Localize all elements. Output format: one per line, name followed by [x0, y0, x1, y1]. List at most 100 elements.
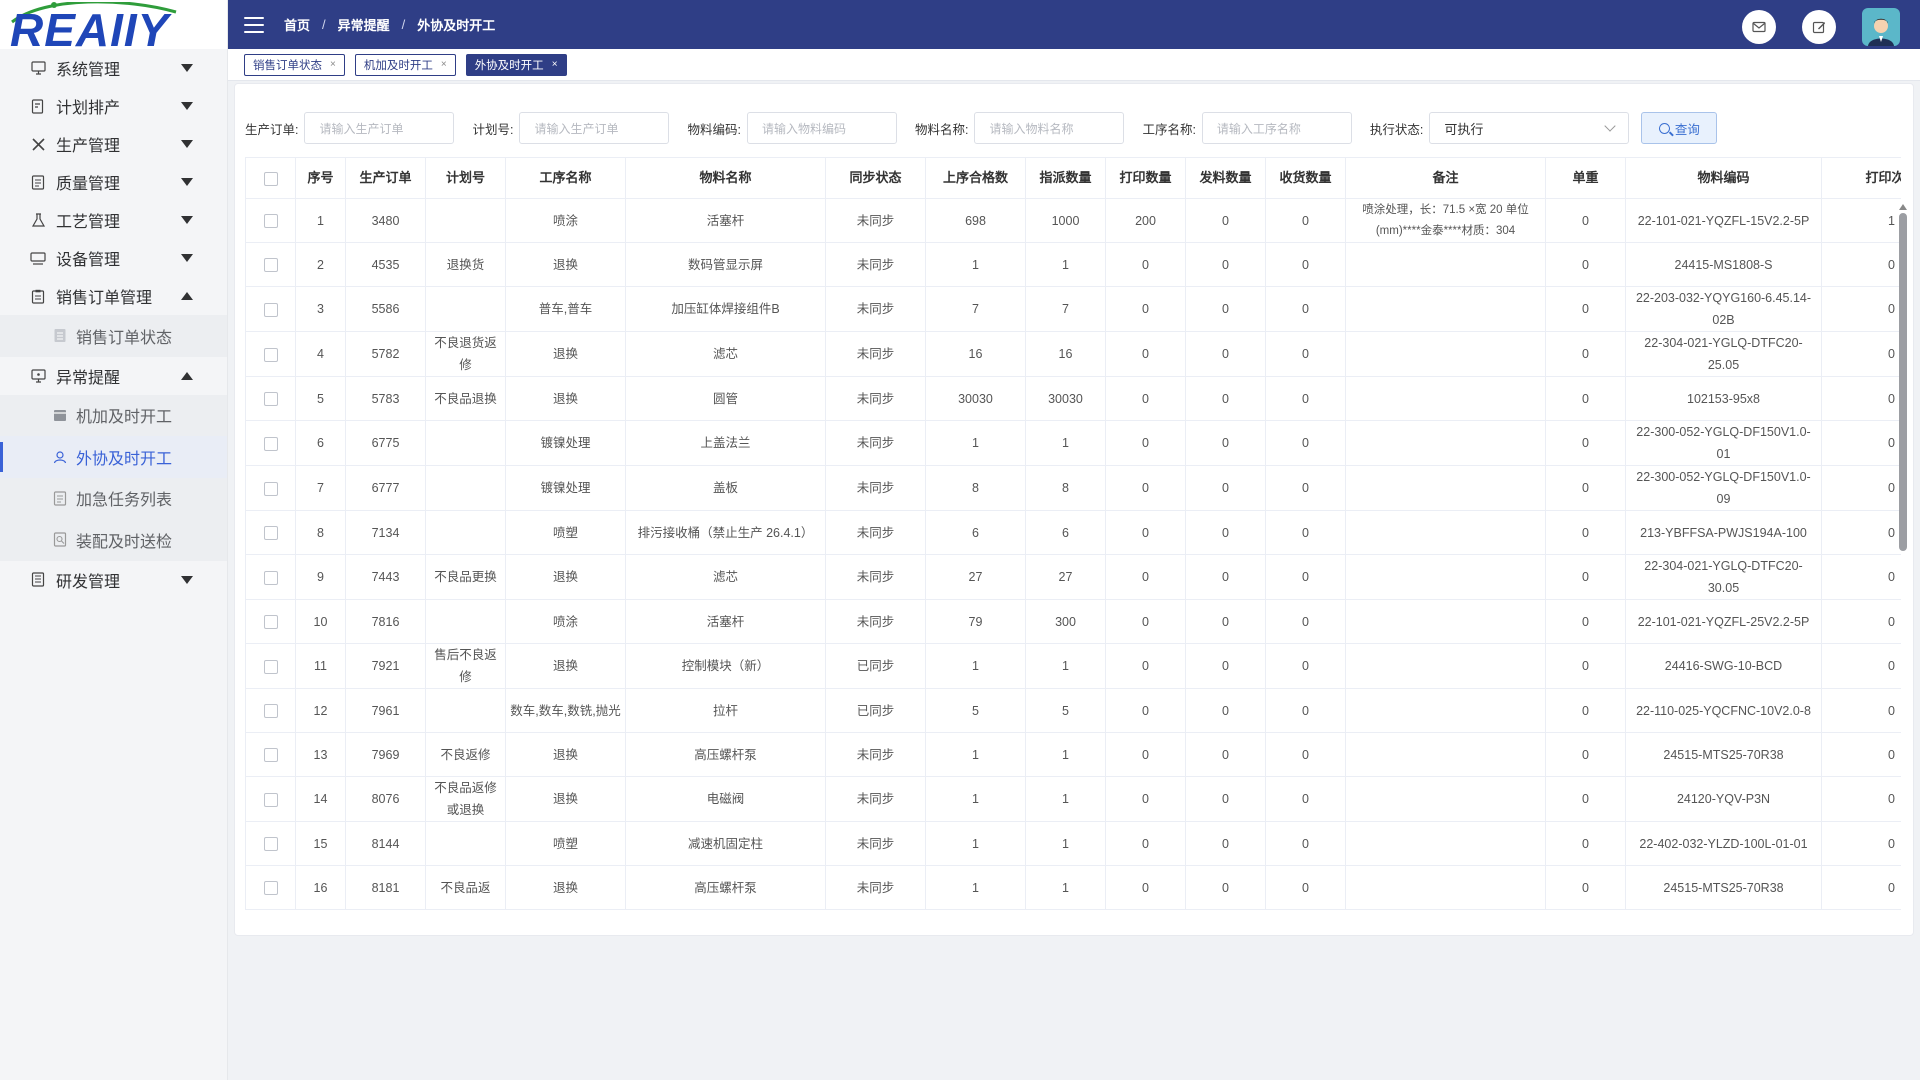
- row-checkbox[interactable]: [263, 881, 278, 896]
- row-checkbox[interactable]: [263, 436, 278, 451]
- sidebar-item-1[interactable]: 计划排产: [0, 87, 227, 125]
- plan-no-input[interactable]: 请输入生产订单: [519, 112, 670, 144]
- table-row[interactable]: 14 8076 不良品返修或退换 退换 电磁阀 未同步 1 1 0 0 0 0 24120-YQV-P3…: [245, 776, 1901, 822]
- table-cell: [1345, 821, 1546, 866]
- row-checkbox[interactable]: [263, 214, 278, 229]
- table-row[interactable]: 2 4535 退换货 退换 数码管显示屏 未同步 1 1 0 0 0 0 24415-MS1808-S 0: [245, 242, 1901, 287]
- table-row[interactable]: 8 7134 喷塑 排污接收桶（禁止生产 26.4.1） 未同步 6 6 0 0 0 0 213-YB…: [245, 510, 1901, 555]
- table-row[interactable]: 1 3480 喷涂 活塞杆 未同步 698 1000 200 0 0 喷涂处理，长：71.5 ×宽 …: [245, 198, 1901, 243]
- material-name-input[interactable]: 请输入物料名称: [974, 112, 1125, 144]
- table-cell: 0: [1821, 376, 1901, 421]
- caret-down-icon: [181, 64, 193, 72]
- row-checkbox[interactable]: [263, 704, 278, 719]
- table-row[interactable]: 3 5586 普车,普车 加压缸体焊接组件B 未同步 7 7 0 0 0 0 22-203-032-Y…: [245, 286, 1901, 332]
- sidebar-item-0[interactable]: 系统管理: [0, 49, 227, 87]
- table-row[interactable]: 5 5783 不良品退换 退换 圆管 未同步 30030 30030 0 0 0 0 102153-95…: [245, 376, 1901, 421]
- caret-up-icon: [181, 292, 193, 300]
- table-cell: 4: [295, 331, 346, 377]
- table-cell: 79: [925, 599, 1026, 644]
- user-icon: [52, 449, 67, 464]
- table-cell: [425, 510, 506, 555]
- table-row[interactable]: 11 7921 售后不良返修 退换 控制模块（新） 已同步 1 1 0 0 0 0 24416-SWG-…: [245, 643, 1901, 689]
- table-cell: 0: [1545, 376, 1626, 421]
- scrollbar-thumb[interactable]: [1899, 213, 1907, 551]
- table-cell: 滤芯: [625, 331, 826, 377]
- edit-button[interactable]: [1802, 10, 1836, 44]
- close-icon[interactable]: ×: [441, 59, 447, 70]
- table-cell: 5: [925, 688, 1026, 733]
- table-cell: 镀镍处理: [505, 420, 626, 466]
- exec-status-select[interactable]: 可执行: [1429, 112, 1630, 144]
- table-cell: 22-101-021-YQZFL-25V2.2-5P: [1625, 599, 1822, 644]
- row-checkbox[interactable]: [263, 792, 278, 807]
- query-button[interactable]: 查询: [1641, 112, 1718, 144]
- column-header: 计划号: [425, 157, 506, 199]
- sidebar-subitem-7-3[interactable]: 装配及时送检: [0, 519, 227, 561]
- row-checkbox[interactable]: [263, 392, 278, 407]
- material-code-input[interactable]: 请输入物料编码: [746, 112, 897, 144]
- sidebar-subitem-6-0[interactable]: 销售订单状态: [0, 315, 227, 357]
- table-row[interactable]: 6 6775 镀镍处理 上盖法兰 未同步 1 1 0 0 0 0 22-300-052-YGLQ-DF…: [245, 420, 1901, 466]
- sidebar-item-8[interactable]: 研发管理: [0, 561, 227, 599]
- table-cell: 0: [1545, 643, 1626, 689]
- table-row[interactable]: 10 7816 喷涂 活塞杆 未同步 79 300 0 0 0 0 22-101-021-YQZFL-…: [245, 599, 1901, 644]
- table-cell: 不良返修: [425, 732, 506, 777]
- sidebar-item-7[interactable]: 异常提醒: [0, 357, 227, 395]
- close-icon[interactable]: ×: [330, 59, 336, 70]
- process-name-input[interactable]: 请输入工序名称: [1201, 112, 1352, 144]
- vertical-scrollbar[interactable]: [1899, 204, 1907, 926]
- row-checkbox[interactable]: [263, 659, 278, 674]
- table-row[interactable]: 12 7961 数车,数车,数铣,抛光 拉杆 已同步 5 5 0 0 0 0 22-110-025-Y…: [245, 688, 1901, 733]
- row-checkbox[interactable]: [263, 347, 278, 362]
- avatar-icon: [1868, 18, 1894, 46]
- row-checkbox[interactable]: [263, 302, 278, 317]
- logo[interactable]: REAIIY: [0, 0, 227, 49]
- column-header: 单重: [1545, 157, 1626, 199]
- table-cell: 300: [1025, 599, 1106, 644]
- table-row[interactable]: 7 6777 镀镍处理 盖板 未同步 8 8 0 0 0 0 22-300-052-YGLQ-DF15…: [245, 465, 1901, 511]
- row-checkbox[interactable]: [263, 570, 278, 585]
- table-row[interactable]: 4 5782 不良退货返修 退换 滤芯 未同步 16 16 0 0 0 0 22-304-021-YGL…: [245, 331, 1901, 377]
- table-cell: 0: [1821, 242, 1901, 287]
- sidebar-item-5[interactable]: 设备管理: [0, 239, 227, 277]
- tab-2[interactable]: 外协及时开工 ×: [465, 53, 567, 76]
- table-cell: 0: [1265, 286, 1346, 332]
- table-row[interactable]: 16 8181 不良品返 退换 高压螺杆泵 未同步 1 1 0 0 0 0 24515-MTS25-70…: [245, 865, 1901, 910]
- production-order-label: 生产订单:: [245, 122, 299, 137]
- select-all-checkbox[interactable]: [263, 171, 278, 186]
- message-button[interactable]: [1742, 10, 1776, 44]
- sidebar-item-6[interactable]: 销售订单管理: [0, 277, 227, 315]
- table-cell: 7969: [345, 732, 426, 777]
- row-checkbox[interactable]: [263, 526, 278, 541]
- table-row[interactable]: 15 8144 喷塑 减速机固定柱 未同步 1 1 0 0 0 0 22-402-032-YLZD-1…: [245, 821, 1901, 866]
- sidebar-subitem-7-0[interactable]: 机加及时开工: [0, 395, 227, 437]
- tab-1[interactable]: 机加及时开工 ×: [354, 53, 456, 76]
- close-icon[interactable]: ×: [552, 59, 558, 70]
- row-checkbox[interactable]: [263, 258, 278, 273]
- caret-up-icon: [181, 371, 193, 380]
- row-checkbox[interactable]: [263, 481, 278, 496]
- table-cell: 6775: [345, 420, 426, 466]
- row-checkbox[interactable]: [263, 615, 278, 630]
- sidebar-subitem-7-1[interactable]: 外协及时开工: [0, 436, 227, 478]
- row-checkbox[interactable]: [263, 837, 278, 852]
- tab-0[interactable]: 销售订单状态 ×: [244, 53, 345, 76]
- menu-toggle-icon[interactable]: [244, 16, 264, 33]
- row-select-cell: [245, 465, 296, 511]
- sidebar-item-2[interactable]: 生产管理: [0, 125, 227, 163]
- user-avatar[interactable]: [1862, 8, 1900, 46]
- sidebar-item-3[interactable]: 质量管理: [0, 163, 227, 201]
- breadcrumb-section[interactable]: 异常提醒: [338, 15, 390, 34]
- table-row[interactable]: 9 7443 不良品更换 退换 滤芯 未同步 27 27 0 0 0 0 22-304-021-YGLQ…: [245, 554, 1901, 600]
- table-cell: [1345, 420, 1546, 466]
- table-row[interactable]: 13 7969 不良返修 退换 高压螺杆泵 未同步 1 1 0 0 0 0 24515-MTS25-70…: [245, 732, 1901, 777]
- table-cell: 喷涂处理，长：71.5 ×宽 20 单位(mm)****金泰****材质：304: [1345, 198, 1546, 243]
- tab-label: 销售订单状态: [253, 59, 322, 72]
- table-cell: 200: [1105, 198, 1186, 243]
- sidebar-subitem-7-2[interactable]: 加急任务列表: [0, 478, 227, 520]
- scroll-up-icon[interactable]: [1899, 204, 1907, 210]
- production-order-input[interactable]: 请输入生产订单: [304, 112, 455, 144]
- row-checkbox[interactable]: [263, 748, 278, 763]
- sidebar-item-4[interactable]: 工艺管理: [0, 201, 227, 239]
- breadcrumb-home[interactable]: 首页: [284, 15, 310, 34]
